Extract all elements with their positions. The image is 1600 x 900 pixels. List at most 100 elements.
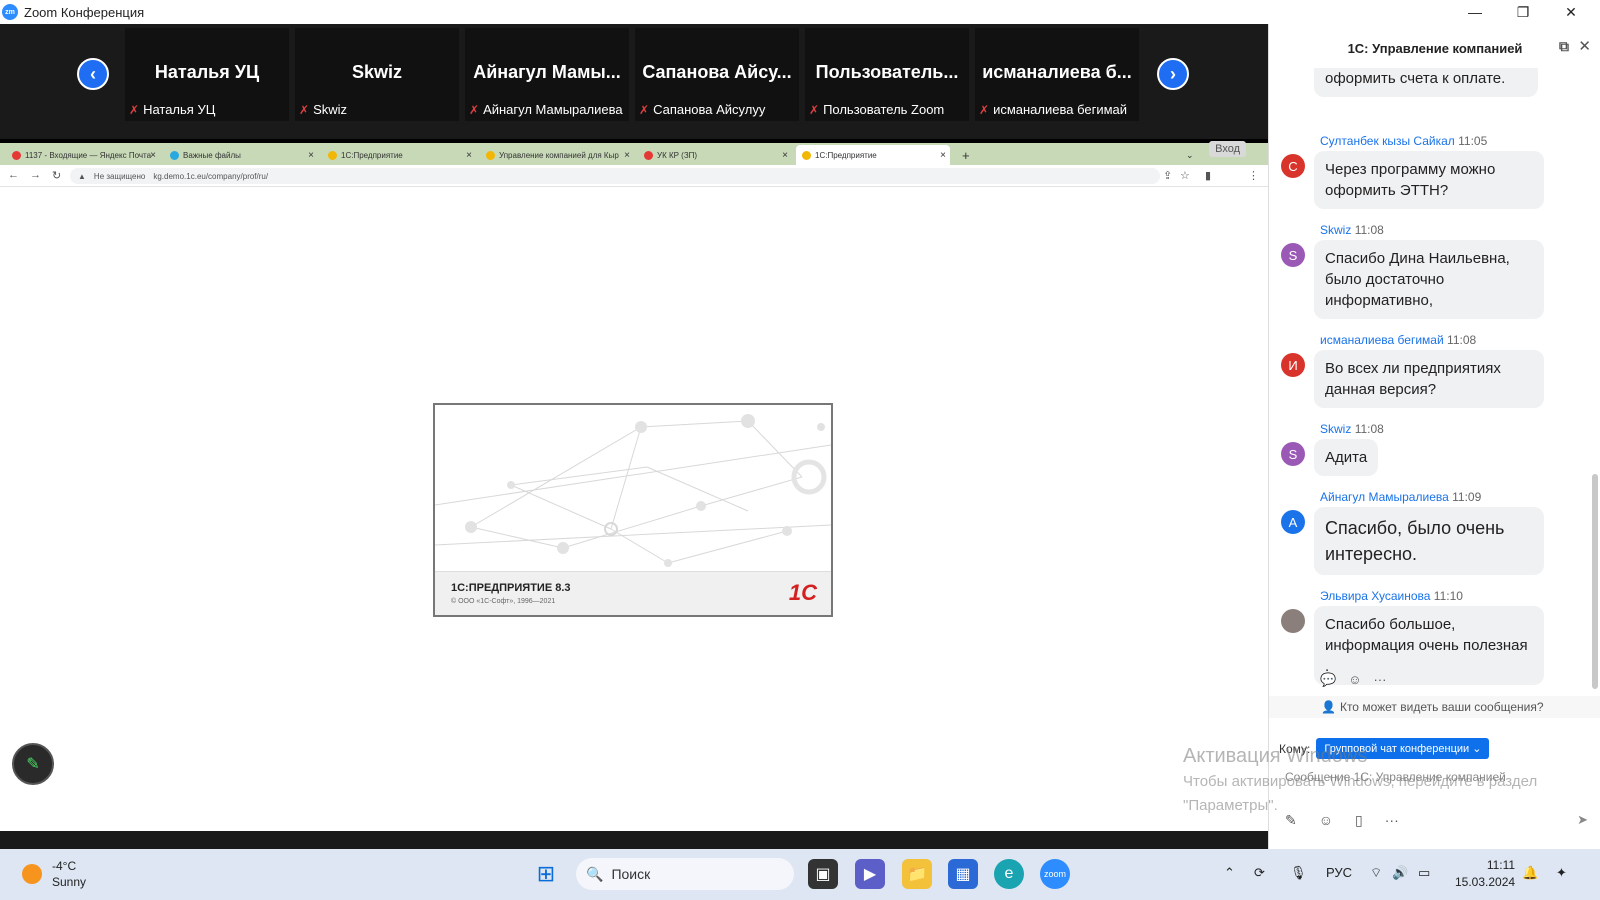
more-icon[interactable]: ···: [1373, 672, 1386, 688]
browser-menu-icon[interactable]: ⋮: [1248, 169, 1259, 182]
browser-tab[interactable]: Управление компанией для Кыр ×: [480, 145, 634, 165]
participant-name: Пользователь Zoom: [823, 102, 945, 117]
avatar-photo: [1281, 609, 1305, 633]
chat-message-bubble: Спасибо Дина Наильевна, было достаточно …: [1314, 240, 1544, 319]
clock[interactable]: 11:11 15.03.2024: [1455, 857, 1515, 891]
language-indicator[interactable]: РУС: [1326, 865, 1352, 880]
close-window-button[interactable]: ✕: [1548, 0, 1594, 24]
close-tab-icon[interactable]: ×: [308, 150, 314, 161]
close-chat-icon[interactable]: ✕: [1578, 37, 1591, 55]
sender-name: Skwiz: [1320, 223, 1352, 237]
activation-watermark: Активация Windows Чтобы активировать Win…: [1183, 745, 1538, 814]
1c-favicon-icon: [328, 150, 337, 160]
close-tab-icon[interactable]: ×: [782, 150, 788, 161]
product-name: 1С:ПРЕДПРИЯТИЕ 8.3: [451, 582, 571, 594]
tab-search-chevron-icon[interactable]: ⌄: [1180, 145, 1196, 165]
browser-tab[interactable]: 1137 - Входящие — Яндекс Почта ×: [6, 145, 160, 165]
new-tab-button[interactable]: +: [956, 145, 976, 165]
mic-muted-icon: ✗: [129, 102, 140, 117]
file-explorer-icon[interactable]: 📁: [902, 859, 932, 889]
taskbar-search[interactable]: 🔍 Поиск: [576, 858, 794, 890]
browser-tab-bar: 1137 - Входящие — Яндекс Почта × Важные ф…: [0, 141, 1268, 165]
sidebar-icon[interactable]: ▮: [1205, 169, 1211, 182]
mail-favicon-icon: [12, 150, 21, 160]
bookmark-star-icon[interactable]: ☆: [1180, 169, 1190, 182]
window-title: Zoom Конференция: [24, 4, 145, 20]
send-icon[interactable]: ➤: [1577, 812, 1588, 828]
store-icon[interactable]: ▦: [948, 859, 978, 889]
sync-icon[interactable]: ⟳: [1254, 865, 1265, 881]
participant-display-name: исманалиева б...: [982, 62, 1132, 82]
browser-tab-active[interactable]: 1С:Предприятие ×: [796, 145, 950, 165]
windows-start-icon[interactable]: ⊞: [531, 859, 561, 889]
shared-screen: 1137 - Входящие — Яндекс Почта × Важные ф…: [0, 141, 1268, 831]
browser-tab[interactable]: УК КР (ЗП) ×: [638, 145, 792, 165]
login-button[interactable]: Вход: [1209, 141, 1246, 157]
participant-tile[interactable]: Пользователь... ✗ Пользователь Zoom: [805, 28, 969, 121]
annotate-pen-button[interactable]: ✎: [12, 743, 54, 785]
who-can-see-link[interactable]: 👤 Кто может видеть ваши сообщения?: [1269, 696, 1600, 718]
participant-name: Наталья УЦ: [143, 102, 216, 117]
back-icon[interactable]: ←: [8, 169, 19, 181]
minimize-button[interactable]: —: [1452, 0, 1498, 24]
battery-icon[interactable]: ▭: [1418, 865, 1430, 881]
participant-tile[interactable]: исманалиева б... ✗ исманалиева бегимай: [975, 28, 1139, 121]
participant-tile[interactable]: Айнагул Мамы... ✗ Айнагул Мамыралиева: [465, 28, 629, 121]
participant-tile[interactable]: Сапанова Айсу... ✗ Сапанова Айсулуу: [635, 28, 799, 121]
wifi-icon[interactable]: ⌔: [1370, 865, 1382, 881]
message-time: 11:09: [1452, 490, 1482, 504]
browser-tab[interactable]: Важные файлы ×: [164, 145, 318, 165]
mic-muted-icon: ✗: [469, 102, 480, 117]
volume-icon[interactable]: 🔊: [1392, 865, 1408, 881]
close-tab-icon[interactable]: ×: [624, 150, 630, 161]
tray-overflow-icon[interactable]: ⌃: [1224, 865, 1235, 881]
participant-tile[interactable]: Наталья УЦ ✗ Наталья УЦ: [125, 28, 289, 121]
browser-tab[interactable]: 1С:Предприятие ×: [322, 145, 476, 165]
reload-icon[interactable]: ↻: [52, 169, 61, 182]
emoji-reaction-icon[interactable]: ☺: [1348, 672, 1361, 688]
popout-icon[interactable]: ⧉: [1559, 38, 1569, 55]
teams-icon[interactable]: ▶: [855, 859, 885, 889]
restore-button[interactable]: ❐: [1500, 0, 1546, 24]
notification-bell-icon[interactable]: 🔔: [1522, 865, 1538, 881]
title-bar: zm Zoom Конференция — ❐ ✕: [0, 0, 1600, 24]
network-graphic: [435, 414, 831, 567]
edge-icon[interactable]: e: [994, 859, 1024, 889]
share-icon[interactable]: ⇪: [1163, 169, 1172, 182]
sender-name: Айнагул Мамыралиева: [1320, 490, 1449, 504]
reply-icon[interactable]: 💬: [1320, 672, 1336, 688]
task-view-icon[interactable]: ▣: [808, 859, 838, 889]
chevron-right-icon: ›: [1170, 63, 1176, 84]
zoom-app-icon: zm: [2, 4, 18, 20]
avatar: И: [1281, 353, 1305, 377]
close-tab-icon[interactable]: ×: [940, 150, 946, 161]
copilot-icon[interactable]: ✦: [1556, 865, 1567, 881]
sun-icon: [22, 864, 42, 884]
url-field[interactable]: ▲ Не защищено kg.demo.1c.eu/company/prof…: [70, 168, 1160, 184]
sender-name: Султанбек кызы Сайкал: [1320, 134, 1455, 148]
chat-messages: оформить счета к оплате. С Султанбек кыз…: [1269, 68, 1600, 718]
forward-icon[interactable]: →: [30, 169, 41, 181]
search-icon: 🔍: [586, 865, 604, 882]
prev-participants-button[interactable]: ‹: [77, 58, 109, 90]
copyright-text: © ООО «1С-Софт», 1996—2021: [451, 598, 556, 605]
close-tab-icon[interactable]: ×: [466, 150, 472, 161]
chat-header: 1С: Управление компанией ⧉ ✕: [1269, 24, 1600, 72]
participant-display-name: Айнагул Мамы...: [473, 62, 621, 82]
participant-name: Айнагул Мамыралиева: [483, 102, 623, 117]
1c-favicon-icon: [802, 150, 811, 160]
close-tab-icon[interactable]: ×: [150, 150, 156, 161]
zoom-taskbar-icon[interactable]: zoom: [1040, 859, 1070, 889]
weather-widget[interactable]: -4°C Sunny: [22, 858, 86, 890]
chat-title: 1С: Управление компанией: [1347, 40, 1523, 56]
avatar: S: [1281, 442, 1305, 466]
next-participants-button[interactable]: ›: [1157, 58, 1189, 90]
chat-scrollbar[interactable]: [1592, 474, 1598, 689]
uk-favicon-icon: [644, 150, 653, 160]
participant-tile[interactable]: Skwiz ✗ Skwiz: [295, 28, 459, 121]
chat-message-bubble: оформить счета к оплате.: [1314, 68, 1538, 97]
avatar: S: [1281, 243, 1305, 267]
avatar: С: [1281, 154, 1305, 178]
message-time: 11:08: [1447, 333, 1477, 347]
microphone-icon[interactable]: 🎙: [1290, 865, 1307, 881]
